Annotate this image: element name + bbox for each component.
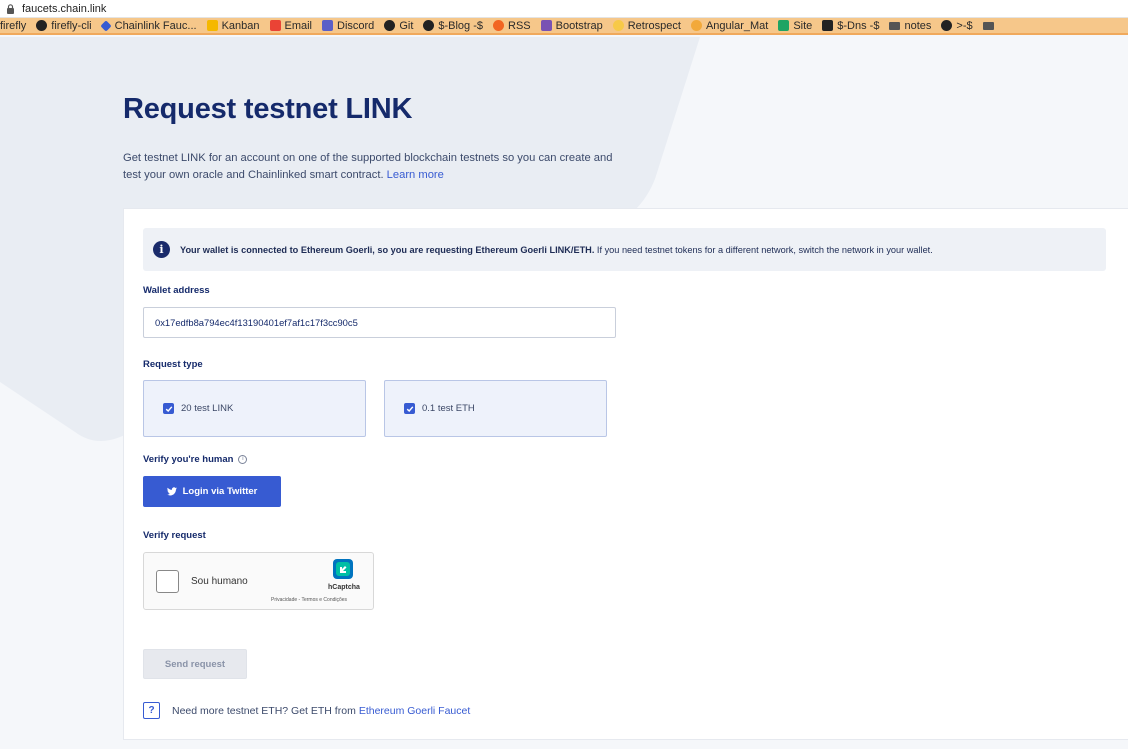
bookmark-label: Kanban [221,19,260,32]
verify-human-label: Verify you're human i [143,454,248,465]
checkbox-checked-icon[interactable] [163,403,174,414]
bookmark-label: Bootstrap [555,19,603,32]
gh-icon [384,20,396,31]
bookmark-item[interactable]: RSS [493,20,531,32]
request-option-eth[interactable]: 0.1 test ETH [384,380,607,437]
bookmark-label: Angular_Mat [705,19,769,32]
folder-icon [889,21,901,30]
login-twitter-button[interactable]: Login via Twitter [143,476,281,507]
bootstrap-icon [540,20,552,31]
bookmark-label: RSS [508,19,531,32]
captcha-brand: hCaptcha [328,584,360,591]
folder-icon [982,21,994,30]
bookmark-item[interactable]: >-$ [941,19,973,32]
bookmark-item[interactable]: notes [889,20,931,32]
bookmark-label: Chainlink Fauc... [114,19,197,32]
angular-icon [690,20,702,31]
question-chat-icon: ? [143,702,160,719]
more-eth-notice: ? Need more testnet ETH? Get ETH from Et… [143,702,470,719]
chainlink-icon [99,19,112,32]
lock-icon [6,3,16,14]
request-option-label: 20 test LINK [181,403,234,414]
bookmarks-bar: firefly firefly-cli Chainlink Fauc... Kanba… [0,18,1128,35]
retro-icon [612,20,624,31]
captcha-label: Sou humano [191,576,248,587]
bookmark-label: $-Blog -$ [438,19,484,32]
captcha-links[interactable]: Privacidade - Termos e Condições [271,597,347,603]
bookmark-label: Site [793,19,813,32]
wallet-address-input[interactable]: 0x17edfb8a794ec4f13190401ef7af1c17f3cc90… [143,307,616,338]
network-info-box: i Your wallet is connected to Ethereum G… [143,228,1106,271]
bookmark-label: firefly-cli [51,19,92,32]
bookmark-item[interactable]: $-Dns -$ [822,20,879,32]
twitter-icon [166,487,177,496]
bookmark-item[interactable]: $-Blog -$ [423,20,483,32]
bookmark-label: >-$ [956,19,973,32]
ncode-icon [822,20,834,31]
bookmark-label: Email [284,19,313,32]
page-title: Request testnet LINK [123,93,413,125]
captcha-checkbox[interactable] [156,570,179,593]
drive-icon [778,20,790,31]
bookmark-item[interactable]: Discord [322,20,374,32]
bookmark-item[interactable]: Angular_Mat [690,19,769,32]
more-eth-text: Need more testnet ETH? Get ETH from [172,704,356,717]
url-text: faucets.chain.link [22,2,107,15]
request-type-label: Request type [143,359,203,370]
bookmark-item[interactable]: Bootstrap [540,19,603,32]
request-option-link[interactable]: 20 test LINK [143,380,366,437]
hcaptcha-widget: Sou humano hCaptcha Privacidade - Termos… [143,552,374,610]
intro-body: Get testnet LINK for an account on one o… [123,152,613,181]
gh-icon [941,20,953,31]
bookmark-label: $-Dns -$ [837,19,880,32]
rss-icon [493,20,505,31]
bookmark-item[interactable]: firefly [0,20,26,32]
teams-icon [322,20,334,31]
learn-more-link[interactable]: Learn more [387,169,444,181]
info-circle-icon[interactable]: i [238,454,248,464]
intro-text: Get testnet LINK for an account on one o… [123,150,623,184]
wallet-label: Wallet address [143,285,210,296]
verify-human-text: Verify you're human [143,454,234,465]
twitter-button-label: Login via Twitter [182,486,258,497]
bookmark-item[interactable]: Site [778,20,812,32]
goerli-faucet-link[interactable]: Ethereum Goerli Faucet [359,705,470,717]
verify-request-label: Verify request [143,530,206,541]
hcaptcha-logo-icon [332,558,354,580]
info-text: Your wallet is connected to Ethereum Goe… [180,245,933,255]
bookmark-label: Git [399,19,414,32]
checkbox-checked-icon[interactable] [404,403,415,414]
bookmark-label: Discord [337,19,375,32]
bookmark-item[interactable]: Kanban [206,19,260,32]
page-content: Request testnet LINK Get testnet LINK fo… [0,37,1128,749]
bookmark-label: firefly [0,19,27,32]
kanban-icon [206,20,218,31]
bookmark-item[interactable]: Retrospect [612,19,681,32]
request-option-label: 0.1 test ETH [422,403,475,414]
info-bold: Your wallet is connected to Ethereum Goe… [180,244,595,255]
gh-icon [423,20,435,31]
gmail-icon [269,20,281,31]
bookmark-item[interactable]: Email [269,19,313,32]
bookmark-item[interactable]: firefly-cli [36,19,92,32]
info-icon: i [153,241,170,258]
send-request-button[interactable]: Send request [143,649,247,679]
bookmark-label: Retrospect [627,19,681,32]
address-bar[interactable]: faucets.chain.link [0,0,1128,18]
bookmark-item[interactable] [982,21,998,30]
request-card: i Your wallet is connected to Ethereum G… [123,208,1128,740]
bookmark-item[interactable]: Chainlink Fauc... [99,19,197,32]
bookmark-label: notes [904,19,932,32]
bookmark-item[interactable]: Git [384,20,413,32]
gh-icon [36,20,48,31]
info-rest: If you need testnet tokens for a differe… [594,244,933,255]
